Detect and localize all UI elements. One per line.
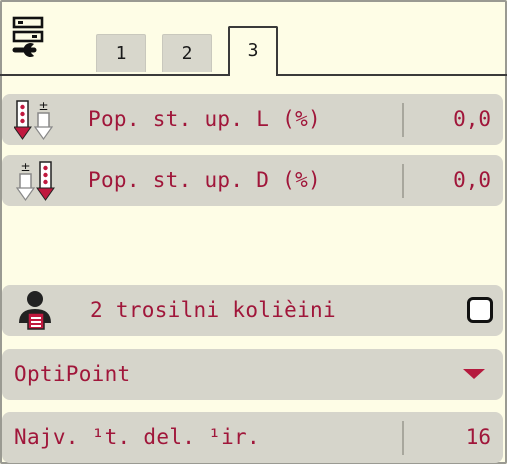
max-sections-row[interactable]: Najv. ¹t. del. ¹ir. 16	[2, 412, 503, 463]
optipoint-dropdown[interactable]: OptiPoint	[2, 349, 503, 400]
two-rate-label: 2 trosilni kolièini	[90, 298, 336, 322]
tab-bar: 1 2 3	[0, 0, 507, 80]
max-sections-label: Najv. ¹t. del. ¹ir.	[14, 425, 260, 449]
tab-1[interactable]: 1	[96, 34, 146, 72]
svg-text:±: ±	[20, 160, 30, 174]
divider	[402, 103, 404, 137]
dropdown-caret-icon[interactable]	[463, 369, 485, 379]
spread-rate-left-icon: ±	[14, 99, 54, 141]
spread-rate-right-row[interactable]: ± Pop. st. up. D (%) 0,0	[2, 155, 503, 206]
max-sections-value: 16	[465, 425, 491, 449]
tab-3[interactable]: 3	[228, 26, 278, 76]
settings-wrench-icon[interactable]	[12, 16, 46, 60]
two-rate-row[interactable]: 2 trosilni kolièini	[2, 285, 503, 336]
spread-rate-left-value: 0,0	[453, 107, 491, 131]
spread-rate-right-label: Pop. st. up. D (%)	[88, 168, 321, 192]
two-rate-checkbox[interactable]	[467, 297, 493, 323]
spread-rate-right-value: 0,0	[453, 168, 491, 192]
divider	[402, 164, 404, 198]
optipoint-label: OptiPoint	[14, 362, 131, 386]
spread-rate-left-row[interactable]: ± Pop. st. up. L (%) 0,0	[2, 94, 503, 145]
operator-icon	[19, 291, 51, 330]
spread-rate-left-label: Pop. st. up. L (%)	[88, 107, 321, 131]
divider	[402, 421, 404, 455]
tab-2[interactable]: 2	[162, 34, 212, 72]
svg-text:±: ±	[38, 99, 48, 113]
spread-rate-right-icon: ±	[15, 160, 55, 202]
